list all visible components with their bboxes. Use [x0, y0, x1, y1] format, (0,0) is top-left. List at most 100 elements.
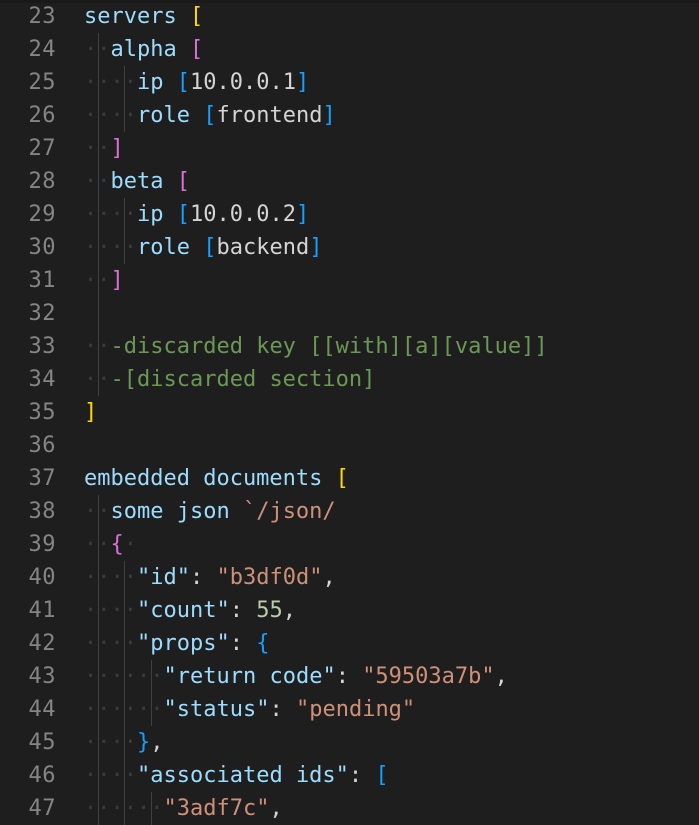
code-token-punc: : [348, 763, 376, 788]
line-number: 32 [28, 301, 56, 326]
code-token-b2: ] [309, 235, 323, 260]
line-content[interactable]: ····"id": "b3df0d", [84, 561, 336, 594]
code-token-punc: : [269, 697, 296, 722]
code-line[interactable]: 31 ··] [0, 264, 699, 297]
line-content[interactable]: ··{· [84, 528, 137, 561]
code-token-whitespace: ·· [84, 37, 111, 62]
editor-top-edge [0, 0, 699, 3]
line-content[interactable]: servers [ [84, 0, 203, 33]
code-token-val: 10.0.0.1 [190, 70, 296, 95]
code-token-str: "b3df0d" [216, 565, 323, 590]
line-content[interactable]: ··] [84, 264, 124, 297]
line-number: 27 [28, 136, 56, 161]
code-line[interactable]: 38 ··some json `/json/ [0, 495, 699, 528]
code-token-punc: , [322, 565, 336, 590]
line-content[interactable]: ··some json `/json/ [84, 495, 336, 528]
code-line[interactable]: 46 ····"associated ids": [ [0, 759, 699, 792]
code-token-whitespace: ·· [84, 70, 111, 95]
code-token-b2: [ [203, 103, 217, 128]
line-number: 47 [28, 796, 56, 821]
line-number: 33 [28, 334, 56, 359]
line-content[interactable]: ······"3adf7c", [84, 792, 283, 825]
code-line[interactable]: 26 ····role [frontend] [0, 99, 699, 132]
code-line[interactable]: 37 embedded documents [ [0, 462, 699, 495]
line-number: 38 [28, 499, 56, 524]
line-content[interactable]: ······"return code": "59503a7b", [84, 660, 508, 693]
code-token-whitespace: ·· [110, 631, 138, 656]
code-token-b2: { [256, 631, 270, 656]
line-content[interactable]: ····"props": { [84, 627, 269, 660]
line-content[interactable]: ····ip [10.0.0.1] [84, 66, 309, 99]
code-line[interactable]: 47 ······"3adf7c", [0, 792, 699, 825]
line-content[interactable]: ··-discarded key [[with][a][value]] [84, 330, 548, 363]
code-token-b1: [ [176, 169, 190, 194]
code-token-val: backend [216, 235, 310, 260]
code-token-whitespace: ·· [110, 730, 138, 755]
code-token-val: frontend [216, 103, 323, 128]
line-number: 26 [28, 103, 56, 128]
code-editor[interactable]: 23 servers [24 ··alpha [25 ····ip [10.0.0.1… [0, 0, 699, 825]
code-line[interactable]: 30 ····role [backend] [0, 231, 699, 264]
line-number: 35 [28, 400, 56, 425]
code-line[interactable]: 43 ······"return code": "59503a7b", [0, 660, 699, 693]
line-content[interactable]: ····"count": 55, [84, 594, 296, 627]
line-number: 28 [28, 169, 56, 194]
line-content[interactable]: ····role [frontend] [84, 99, 336, 132]
code-token-key: "associated ids" [137, 763, 349, 788]
code-token-whitespace: ·· [110, 664, 138, 689]
code-token-whitespace: ·· [84, 268, 111, 293]
code-line[interactable]: 40 ····"id": "b3df0d", [0, 561, 699, 594]
code-line[interactable]: 32 [0, 297, 699, 330]
line-content[interactable]: ····"associated ids": [ [84, 759, 389, 792]
code-line[interactable]: 25 ····ip [10.0.0.1] [0, 66, 699, 99]
code-line[interactable]: 28 ··beta [ [0, 165, 699, 198]
line-content[interactable]: ······"status": "pending" [84, 693, 415, 726]
code-line[interactable]: 27 ··] [0, 132, 699, 165]
line-content[interactable]: ··] [84, 132, 124, 165]
code-line[interactable]: 35] [0, 396, 699, 429]
editor-lines-container[interactable]: 23 servers [24 ··alpha [25 ····ip [10.0.0.1… [0, 0, 699, 825]
code-token-key: embedded documents [84, 466, 336, 491]
code-line[interactable]: 42 ····"props": { [0, 627, 699, 660]
line-number: 29 [28, 202, 56, 227]
code-token-punc: , [150, 730, 164, 755]
code-line[interactable]: 36 [0, 429, 699, 462]
line-content[interactable]: ] [84, 396, 97, 429]
code-token-whitespace: ·· [84, 235, 111, 260]
code-token-punc: , [494, 664, 508, 689]
code-token-com: -discarded key [[with][a][value]] [110, 334, 548, 359]
code-token-key: role [137, 103, 204, 128]
code-token-b2: [ [203, 235, 217, 260]
line-content[interactable]: ····}, [84, 726, 164, 759]
code-line[interactable]: 44 ······"status": "pending" [0, 693, 699, 726]
code-token-key: servers [84, 4, 190, 29]
code-token-b1: ] [110, 136, 124, 161]
line-number: 36 [28, 433, 56, 458]
code-line[interactable]: 29 ····ip [10.0.0.2] [0, 198, 699, 231]
code-token-key: alpha [110, 37, 190, 62]
code-line[interactable]: 33 ··-discarded key [[with][a][value]] [0, 330, 699, 363]
code-token-key: role [137, 235, 204, 260]
code-token-com: -[discarded section] [110, 367, 376, 392]
code-line[interactable]: 24 ··alpha [ [0, 33, 699, 66]
code-line[interactable]: 45 ····}, [0, 726, 699, 759]
code-token-whitespace: ·· [84, 664, 111, 689]
code-token-whitespace: ·· [110, 202, 138, 227]
code-token-num: 55 [256, 598, 283, 623]
code-token-whitespace: ·· [110, 697, 138, 722]
code-line[interactable]: 34 ··-[discarded section] [0, 363, 699, 396]
line-content[interactable]: ··alpha [ [84, 33, 203, 66]
line-content[interactable]: ··beta [ [84, 165, 190, 198]
code-token-whitespace: · [123, 532, 137, 557]
line-content[interactable]: ··-[discarded section] [84, 363, 375, 396]
line-content[interactable]: ····role [backend] [84, 231, 322, 264]
code-token-whitespace: ·· [84, 367, 111, 392]
code-token-punc: : [189, 565, 217, 590]
line-number: 30 [28, 235, 56, 260]
code-line[interactable]: 23 servers [ [0, 0, 699, 33]
code-line[interactable]: 41 ····"count": 55, [0, 594, 699, 627]
line-content[interactable]: embedded documents [ [84, 462, 349, 495]
code-token-key: "return code" [163, 664, 336, 689]
line-content[interactable]: ····ip [10.0.0.2] [84, 198, 309, 231]
code-line[interactable]: 39 ··{· [0, 528, 699, 561]
